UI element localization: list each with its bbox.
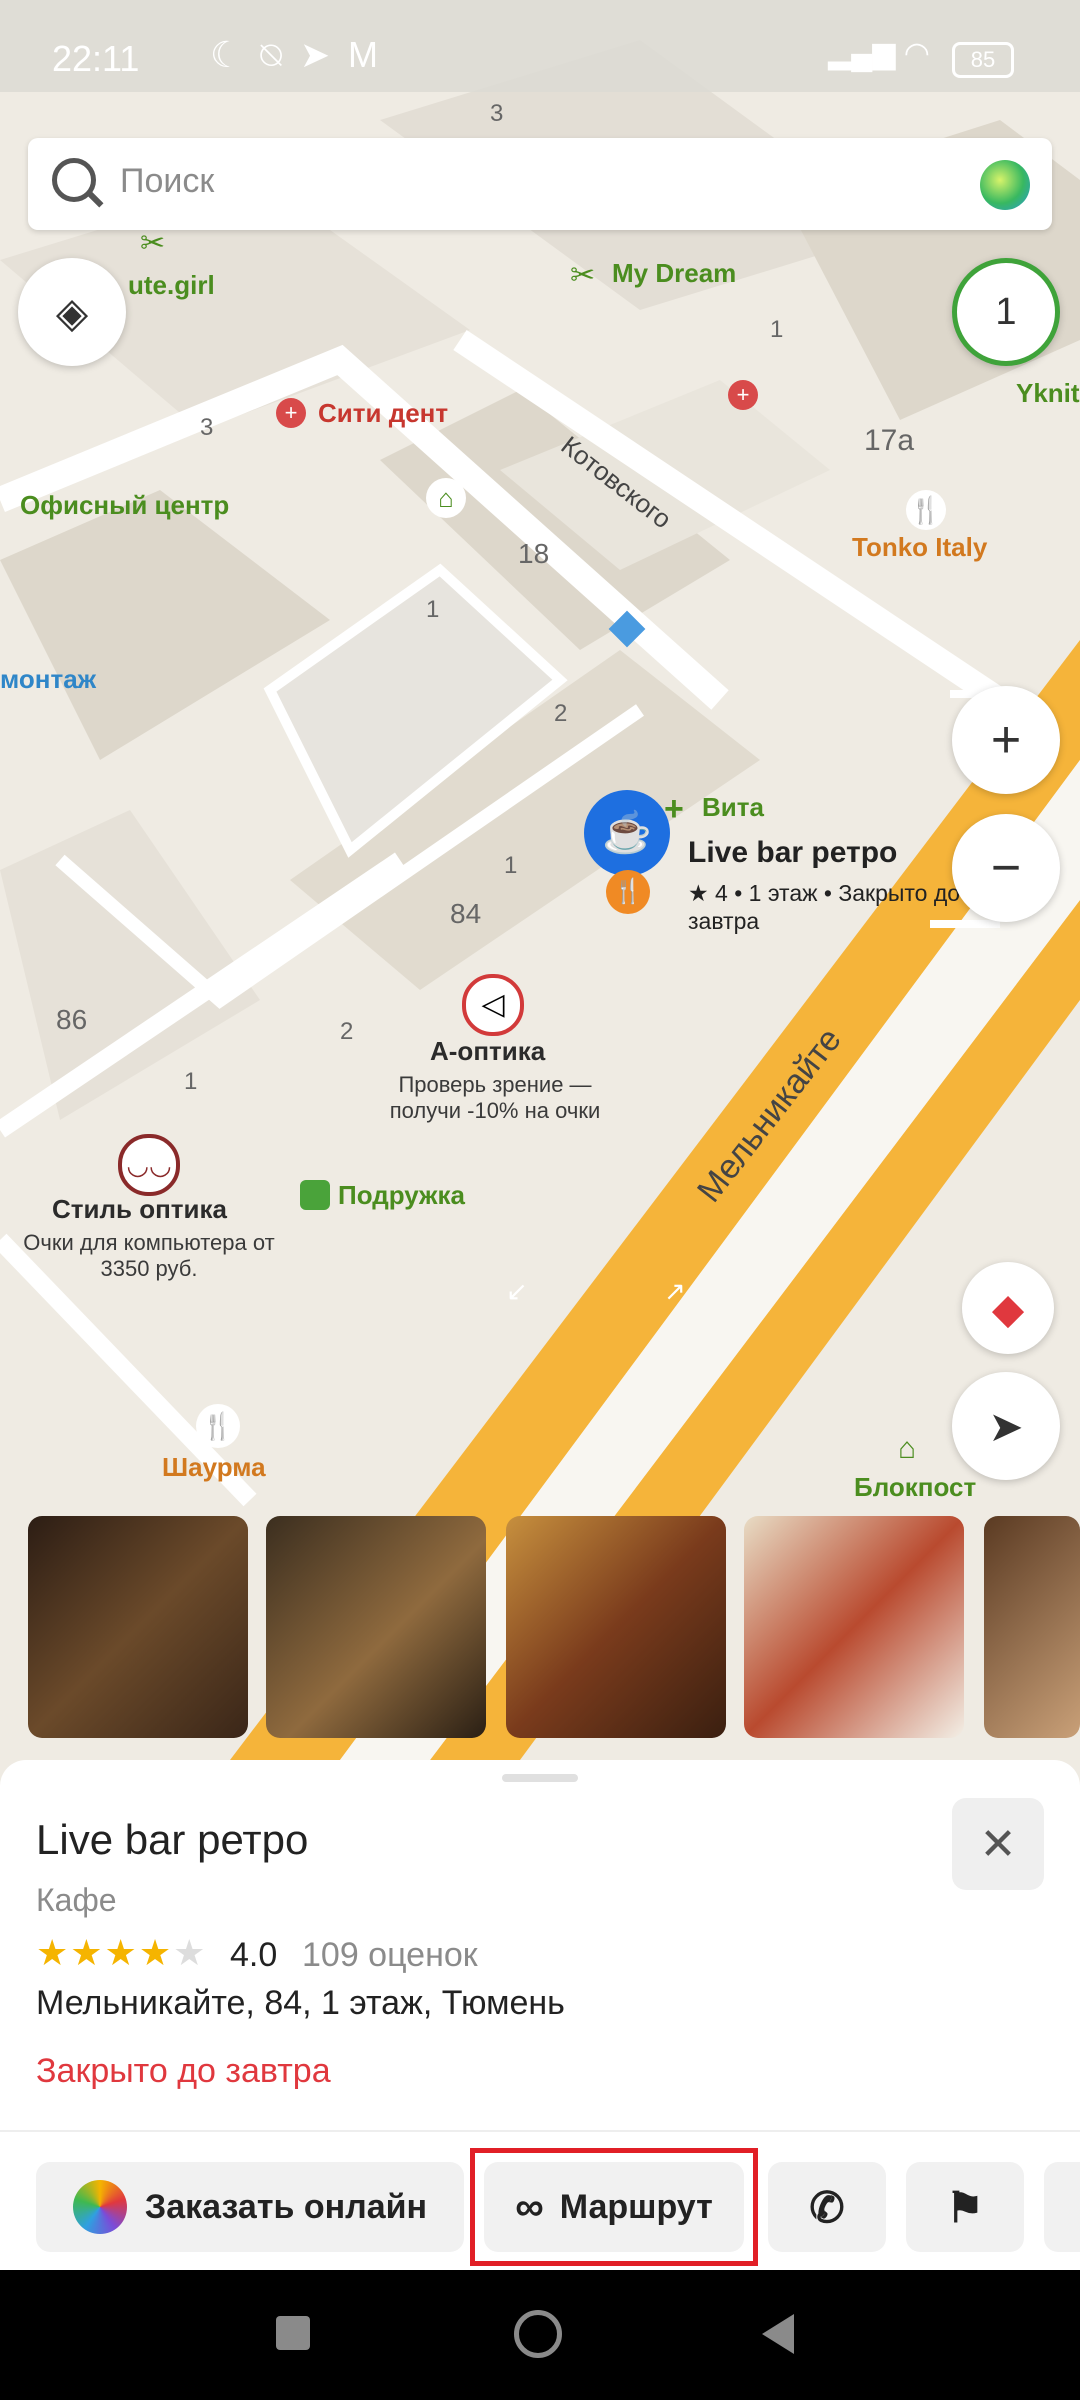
bookmark-icon: ⚑: [946, 2183, 984, 2231]
status-time: 22:11: [52, 38, 140, 79]
place-photo[interactable]: [266, 1516, 486, 1738]
direction-arrow-icon: ↙: [506, 1276, 528, 1306]
restaurant-pin-icon[interactable]: 🍴: [606, 870, 650, 914]
recents-icon[interactable]: [276, 2316, 310, 2350]
map-label-a-optika[interactable]: А-оптика: [430, 1036, 545, 1067]
scissors-icon: ✂: [140, 227, 166, 260]
search-icon-handle: [86, 190, 104, 208]
map-label-siti-dent[interactable]: Сити дент: [318, 398, 448, 429]
map-label-cute-girl[interactable]: ute.girl: [128, 270, 215, 301]
place-photo[interactable]: [744, 1516, 964, 1738]
map-label-stil-optika[interactable]: Стиль оптика: [52, 1194, 227, 1225]
bookmark-button[interactable]: ⚑: [906, 2162, 1024, 2252]
building-number: 18: [518, 538, 550, 569]
search-bar[interactable]: Поиск: [28, 138, 1052, 230]
search-placeholder[interactable]: Поиск: [120, 162, 214, 201]
route-label: Маршрут: [559, 2187, 713, 2226]
divider: [0, 2130, 1080, 2132]
compass-button[interactable]: ◆: [962, 1262, 1054, 1354]
building-number: 17a: [864, 424, 915, 457]
order-online-button[interactable]: Заказать онлайн: [36, 2162, 464, 2252]
selected-place-name[interactable]: Live bar ретро: [688, 836, 897, 870]
place-title: Live bar ретро: [36, 1816, 309, 1863]
restaurant-icon: 🍴: [906, 490, 946, 530]
call-button[interactable]: ✆: [768, 2162, 886, 2252]
status-bar: 22:11 ☾⍉➤M ▂▄▆ ◠ 85: [0, 0, 1080, 92]
building-number: 1: [504, 852, 518, 879]
place-address: Мельникайте, 84, 1 этаж, Тюмень: [36, 1984, 565, 2022]
phone-icon: ✆: [809, 2183, 845, 2231]
building-number: 2: [554, 700, 568, 727]
clinic-icon: +: [728, 380, 758, 410]
profile-badge-button[interactable]: 1: [952, 258, 1060, 366]
voice-assistant-icon[interactable]: [980, 160, 1030, 210]
signal-wifi-icon: ▂▄▆ ◠: [828, 37, 930, 70]
layers-icon: ◈: [55, 288, 89, 336]
map-label-montazh[interactable]: монтаж: [0, 664, 96, 695]
coffee-pin-icon[interactable]: ☕: [584, 790, 670, 876]
map-label-bloknost[interactable]: Блокпост: [854, 1472, 976, 1503]
map-label-ofisny-centr[interactable]: Офисный центр: [20, 490, 229, 521]
building-number: 3: [200, 414, 214, 441]
order-online-label: Заказать онлайн: [144, 2187, 428, 2226]
rating-stars-icon: ★★★★★: [36, 1932, 208, 1973]
compass-icon: ◆: [991, 1284, 1025, 1332]
system-nav-bar: [0, 2270, 1080, 2400]
restaurant-icon: 🍴: [196, 1404, 240, 1448]
map-view[interactable]: ute.girl ✂ ✂ My Dream + Сити дент + Офис…: [0, 0, 1080, 1760]
shopping-bag-icon: [300, 1180, 330, 1210]
clothes-hanger-icon: ⌂: [426, 478, 466, 518]
map-label-shaurma[interactable]: Шаурма: [162, 1452, 266, 1483]
clinic-icon: +: [276, 398, 306, 428]
selected-place-details-2: завтра: [688, 908, 760, 934]
building-number: 86: [56, 1004, 88, 1035]
map-label-stil-optika-promo: Очки для компьютера от 3350 руб.: [23, 1230, 275, 1281]
place-card: Live bar ретро Кафе ★★★★★ 4.0 109 оценок…: [0, 1760, 1080, 2270]
back-icon[interactable]: [762, 2314, 794, 2354]
zoom-in-button[interactable]: +: [952, 686, 1060, 794]
place-photo[interactable]: [28, 1516, 248, 1738]
map-label-vita[interactable]: Вита: [702, 792, 764, 823]
drag-handle[interactable]: [502, 1774, 578, 1782]
more-button[interactable]: [1044, 2162, 1080, 2252]
direction-arrow-icon: ↗: [664, 1276, 686, 1306]
pharmacy-icon: +: [664, 790, 684, 828]
map-label-tonko-italy[interactable]: Tonko Italy: [852, 532, 987, 563]
building-number: 84: [450, 898, 482, 929]
map-label-podruzhka[interactable]: Подружка: [338, 1180, 465, 1211]
cart-icon: [72, 2180, 127, 2234]
my-location-button[interactable]: ➤: [952, 1372, 1060, 1480]
route-icon: ∞: [515, 2184, 544, 2229]
building-number: 1: [184, 1068, 198, 1095]
place-status: Закрыто до завтра: [36, 2052, 331, 2090]
route-button[interactable]: ∞ Маршрут: [484, 2162, 744, 2252]
place-photo[interactable]: [984, 1516, 1080, 1738]
building-number: 2: [340, 1018, 354, 1045]
place-category: Кафе: [36, 1882, 117, 1918]
action-bar: Заказать онлайн ∞ Маршрут ✆ ⚑: [0, 2130, 1080, 2270]
map-label-a-optika-promo: Проверь зрение — получи -10% на очки: [389, 1072, 601, 1123]
rating-count[interactable]: 109 оценок: [302, 1936, 478, 1975]
map-label-my-dream[interactable]: My Dream: [612, 258, 736, 289]
location-arrow-icon: ➤: [988, 1402, 1024, 1450]
selected-place-details: ★ 4 • 1 этаж • Закрыто до: [688, 880, 961, 906]
zoom-out-button[interactable]: −: [952, 814, 1060, 922]
close-icon: ✕: [979, 1819, 1017, 1869]
optics-icon: ◁: [462, 974, 524, 1036]
scissors-icon: ✂: [570, 259, 596, 292]
rating-value: 4.0: [230, 1936, 278, 1974]
home-icon[interactable]: [514, 2310, 562, 2358]
glasses-icon: ◡◡: [118, 1134, 180, 1196]
battery-icon: 85: [952, 42, 1014, 78]
building-number: 1: [770, 316, 784, 343]
building-number: 3: [490, 100, 504, 127]
close-button[interactable]: ✕: [952, 1798, 1044, 1890]
status-notification-icons: ☾⍉➤M: [210, 34, 397, 75]
clothes-hanger-icon: ⌂: [898, 1432, 917, 1465]
layers-button[interactable]: ◈: [18, 258, 126, 366]
building-number: 1: [426, 596, 440, 623]
place-photo[interactable]: [506, 1516, 726, 1738]
map-label-yknit[interactable]: Yknit: [1016, 378, 1080, 409]
